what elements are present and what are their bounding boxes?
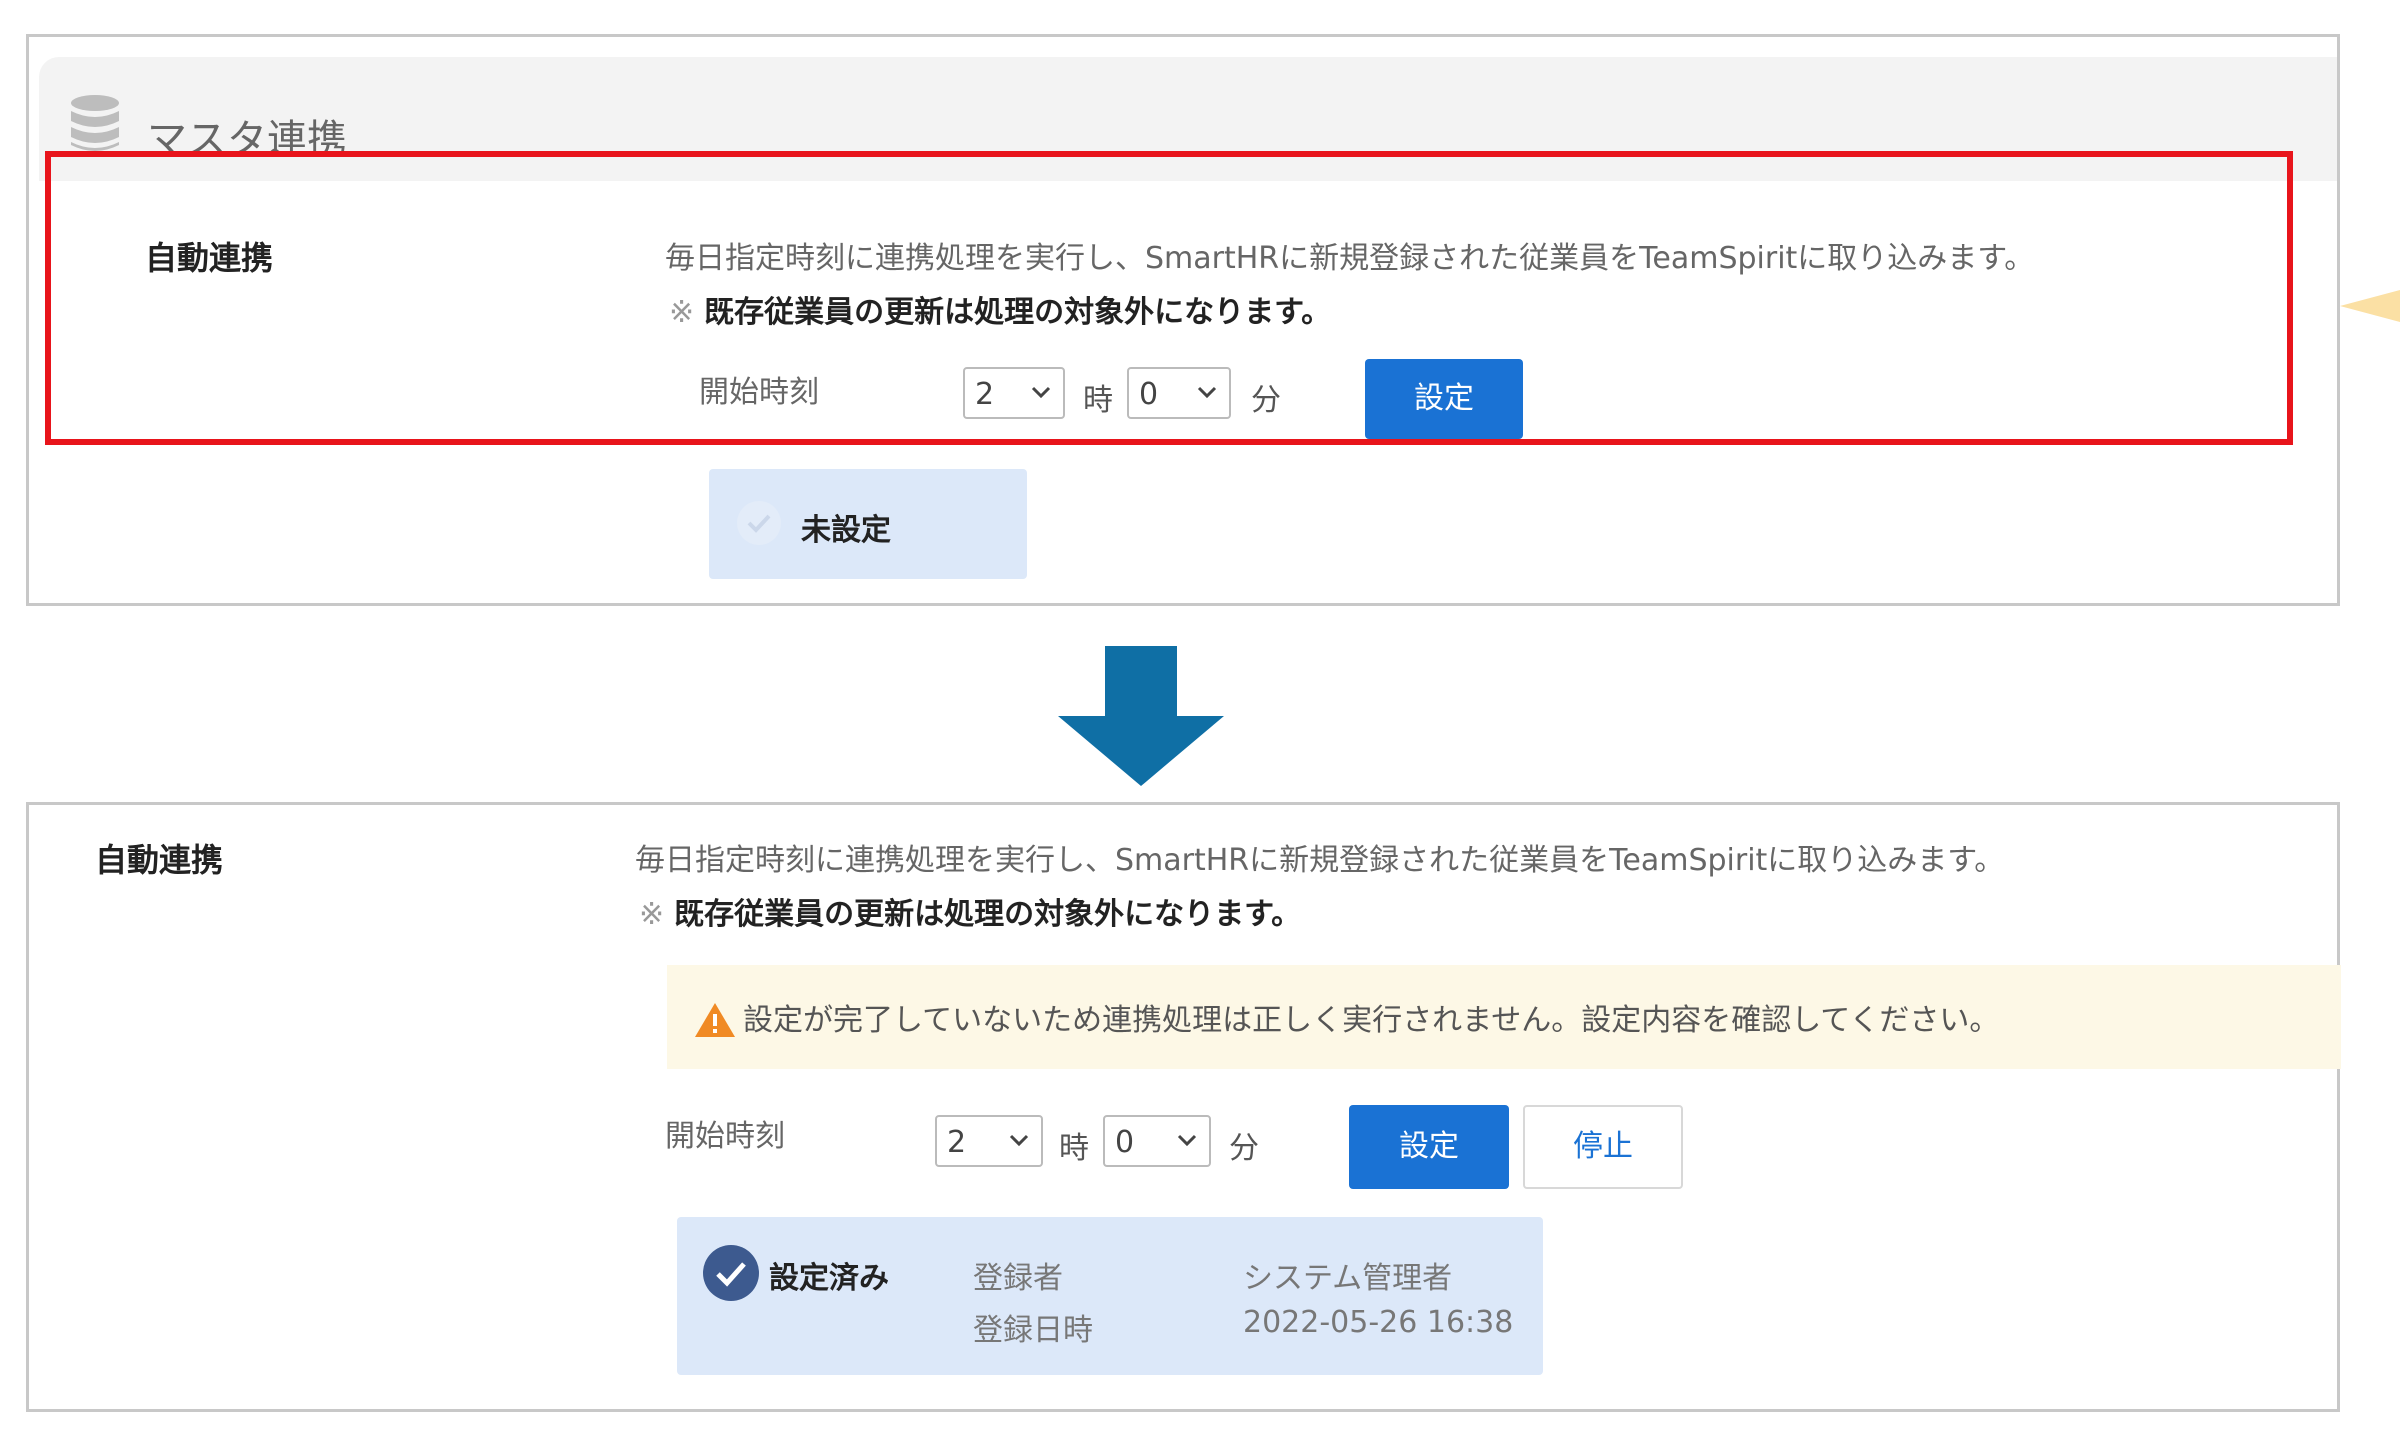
stop-button[interactable]: 停止 xyxy=(1523,1105,1683,1189)
registrant-value: システム管理者 xyxy=(1243,1261,1453,1296)
registered-at-value: 2022-05-26 16:38 xyxy=(1243,1305,1514,1340)
check-circle-icon xyxy=(737,501,781,545)
status-text: 未設定 xyxy=(801,513,891,548)
warning-icon xyxy=(693,1001,737,1043)
chevron-down-icon xyxy=(1177,1133,1197,1152)
arrow-down-icon xyxy=(1058,646,1224,790)
minute-select-value: 0 xyxy=(1115,1125,1135,1160)
status-text: 設定済み xyxy=(769,1261,889,1296)
minute-select[interactable]: 0 xyxy=(1103,1115,1211,1167)
hour-select[interactable]: 2 xyxy=(935,1115,1043,1167)
description-text: 毎日指定時刻に連携処理を実行し、SmartHRに新規登録された従業員をTeamS… xyxy=(635,843,2005,878)
hour-select-value: 2 xyxy=(947,1125,967,1160)
hour-unit: 時 xyxy=(1059,1131,1089,1166)
status-box: 未設定 xyxy=(709,469,1027,579)
note-body: 既存従業員の更新は処理の対象外になります。 xyxy=(674,897,1302,932)
note-text: ※ 既存従業員の更新は処理の対象外になります。 xyxy=(639,889,1301,933)
status-box: 設定済み 登録者 登録日時 システム管理者 2022-05-26 16:38 xyxy=(677,1217,1543,1375)
minute-unit: 分 xyxy=(1229,1131,1259,1166)
warning-text: 設定が完了していないため連携処理は正しく実行されません。設定内容を確認してくださ… xyxy=(743,1003,2000,1038)
callout-pointer xyxy=(2336,270,2400,340)
master-sync-panel-after: 自動連携 毎日指定時刻に連携処理を実行し、SmartHRに新規登録された従業員を… xyxy=(26,802,2341,1412)
registered-at-label: 登録日時 xyxy=(973,1313,1093,1348)
section-label: 自動連携 xyxy=(95,841,224,879)
registrant-label: 登録者 xyxy=(973,1261,1063,1296)
chevron-down-icon xyxy=(1009,1133,1029,1152)
set-button[interactable]: 設定 xyxy=(1349,1105,1509,1189)
start-time-label: 開始時刻 xyxy=(665,1119,785,1154)
master-sync-panel-before: マスタ連携 自動連携 毎日指定時刻に連携処理を実行し、SmartHRに新規登録さ… xyxy=(26,34,2340,606)
warning-banner: 設定が完了していないため連携処理は正しく実行されません。設定内容を確認してくださ… xyxy=(667,965,2341,1069)
database-icon xyxy=(67,93,123,159)
check-circle-icon xyxy=(703,1245,759,1301)
highlight-box xyxy=(45,151,2293,445)
note-mark: ※ xyxy=(639,897,665,932)
